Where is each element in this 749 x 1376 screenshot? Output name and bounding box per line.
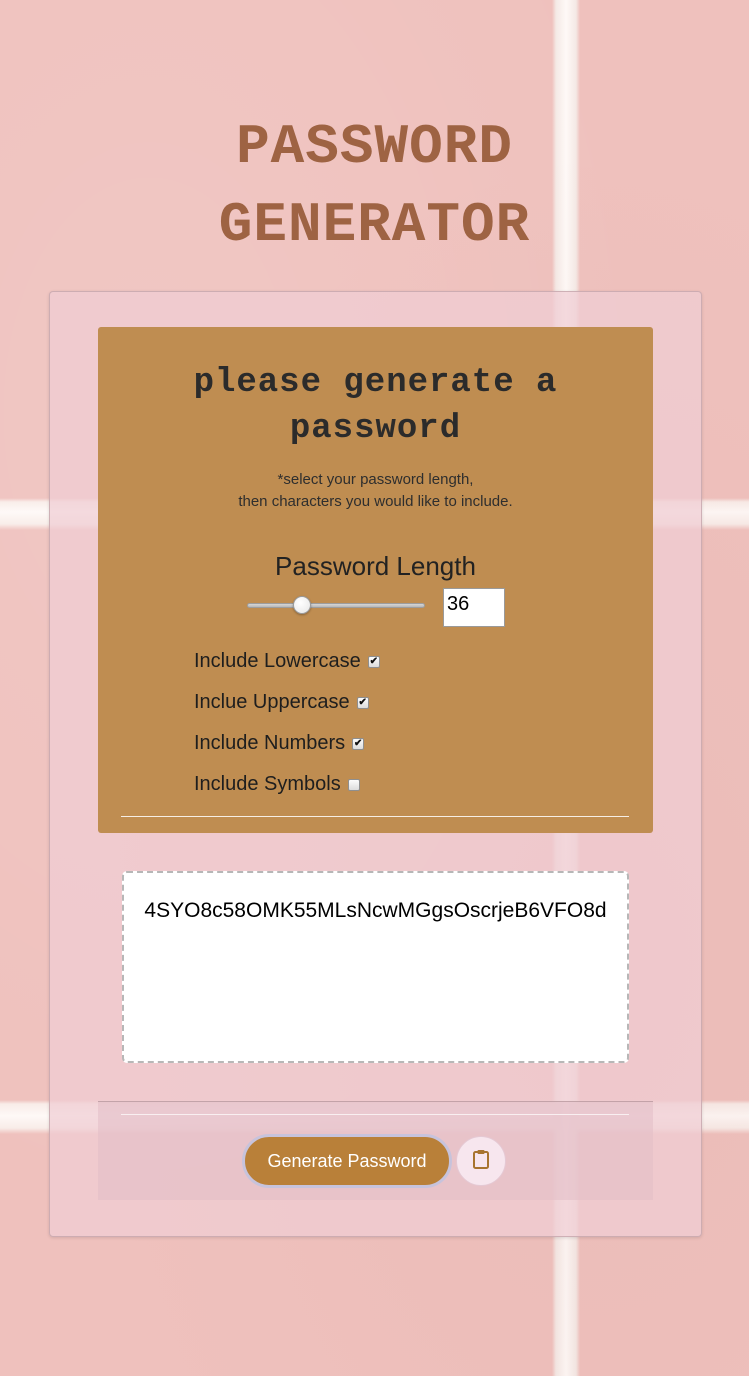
footer-divider <box>121 1114 629 1115</box>
option-numbers-label: Include Numbers <box>194 731 346 754</box>
lowercase-checkbox[interactable]: ✔ <box>367 656 380 668</box>
copy-button[interactable] <box>456 1136 506 1186</box>
page-title-line-1: PASSWORD <box>236 115 513 179</box>
panel-heading: please generate a password <box>98 360 653 452</box>
panel-heading-line-2: password <box>289 410 462 448</box>
hint-line-1: *select your password length, <box>277 471 474 488</box>
slider-thumb[interactable] <box>293 596 311 614</box>
option-symbols[interactable]: Include Symbols <box>194 772 360 796</box>
password-length-label: Password Length <box>275 551 476 581</box>
page-title: PASSWORD GENERATOR <box>0 108 749 264</box>
password-length-slider[interactable] <box>247 596 425 614</box>
option-uppercase[interactable]: Inclue Uppercase ✔ <box>194 690 369 714</box>
panel-hint: *select your password length, then chara… <box>98 469 653 513</box>
hint-line-2: then characters you would like to includ… <box>238 493 513 510</box>
password-output[interactable]: 4SYO8c58OMK55MLsNcwMGgsOscrjeB6VFO8d <box>122 871 629 1063</box>
clipboard-icon <box>472 1149 490 1174</box>
generate-password-button[interactable]: Generate Password <box>242 1134 452 1188</box>
page-title-line-2: GENERATOR <box>218 193 531 257</box>
option-symbols-label: Include Symbols <box>194 772 341 795</box>
option-numbers[interactable]: Include Numbers ✔ <box>194 731 365 755</box>
numbers-checkbox[interactable]: ✔ <box>352 738 365 750</box>
uppercase-checkbox[interactable]: ✔ <box>356 697 369 709</box>
option-lowercase-label: Include Lowercase <box>194 649 361 672</box>
panel-heading-line-1: please generate a <box>193 364 558 402</box>
slider-track[interactable] <box>247 603 425 608</box>
symbols-checkbox[interactable] <box>347 779 360 791</box>
password-length-input[interactable]: 36 <box>443 588 505 627</box>
option-lowercase[interactable]: Include Lowercase ✔ <box>194 649 380 673</box>
option-uppercase-label: Inclue Uppercase <box>194 690 350 713</box>
panel-divider <box>121 816 629 817</box>
